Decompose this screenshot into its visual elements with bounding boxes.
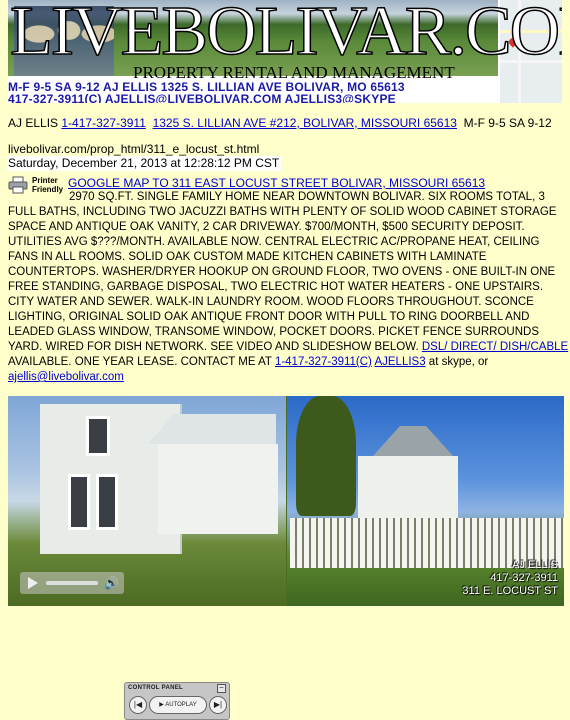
- dsl-link[interactable]: DSL/ DIRECT/ DISH/CABLE: [422, 341, 568, 353]
- contact-hours: M-F 9-5 SA 9-12: [463, 116, 552, 130]
- minimize-icon[interactable]: –: [217, 684, 226, 693]
- description-text: 2970 SQ.FT. SINGLE FAMILY HOME NEAR DOWN…: [8, 191, 557, 353]
- prev-icon[interactable]: |◀: [129, 696, 147, 714]
- slideshow-control-panel: CONTROL PANEL – |◀ ▶ AUTOPLAY ▶|: [124, 682, 230, 720]
- contact-phone-link[interactable]: 1-417-327-3911: [61, 116, 146, 130]
- contact-name: AJ ELLIS: [8, 116, 59, 130]
- site-banner: LIVEBOLIVAR.COM PROPERTY RENTAL AND MANA…: [8, 0, 562, 103]
- contact-address-link[interactable]: 1325 S. LILLIAN AVE #212, BOLIVAR, MISSO…: [153, 116, 457, 130]
- autoplay-label: AUTOPLAY: [165, 702, 197, 708]
- next-icon[interactable]: ▶|: [209, 696, 227, 714]
- contact-row: AJ ELLIS 1-417-327-3911 1325 S. LILLIAN …: [8, 116, 552, 131]
- skype-link[interactable]: AJELLIS3: [374, 356, 425, 368]
- description-after-dsl: AVAILABLE. ONE YEAR LEASE. CONTACT ME AT: [8, 356, 275, 368]
- autoplay-button[interactable]: ▶ AUTOPLAY: [149, 696, 207, 714]
- banner-contact-line: 417-327-3911(C) AJELLIS@LIVEBOLIVAR.COM …: [8, 92, 396, 103]
- window-icon: [86, 416, 110, 456]
- property-description: 2970 SQ.FT. SINGLE FAMILY HOME NEAR DOWN…: [8, 190, 570, 385]
- property-video[interactable]: AJ ELLIS 417-327-3911 311 E. LOCUST ST 🔊: [8, 396, 564, 606]
- email-link[interactable]: ajellis@livebolivar.com: [8, 371, 124, 383]
- play-icon[interactable]: [28, 577, 38, 589]
- video-controls[interactable]: 🔊: [20, 572, 124, 594]
- volume-icon[interactable]: 🔊: [104, 576, 119, 590]
- banner-title: LIVEBOLIVAR.COM: [9, 0, 562, 71]
- window-icon: [96, 474, 118, 530]
- overlay-phone: 417-327-3911: [490, 572, 558, 584]
- control-panel-title: CONTROL PANEL: [128, 685, 184, 691]
- video-progress-bar[interactable]: [46, 581, 98, 585]
- google-map-link[interactable]: GOOGLE MAP TO 311 EAST LOCUST STREET BOL…: [68, 176, 485, 191]
- description-phone-link[interactable]: 1-417-327-3911(C): [275, 356, 372, 368]
- page-url: livebolivar.com/prop_html/311_e_locust_s…: [8, 142, 260, 156]
- house-right-facade: [358, 456, 458, 526]
- current-date: Saturday, December 21, 2013 at 12:28:12 …: [8, 156, 282, 171]
- overlay-name: AJ ELLIS: [512, 559, 558, 571]
- video-overlay-text: AJ ELLIS 417-327-3911 311 E. LOCUST ST: [462, 559, 558, 598]
- window-icon: [68, 474, 90, 530]
- overlay-address: 311 E. LOCUST ST: [462, 585, 558, 597]
- house-left-porch: [158, 444, 278, 534]
- tree-shape: [296, 396, 356, 516]
- description-after-skype: at skype, or: [425, 356, 489, 368]
